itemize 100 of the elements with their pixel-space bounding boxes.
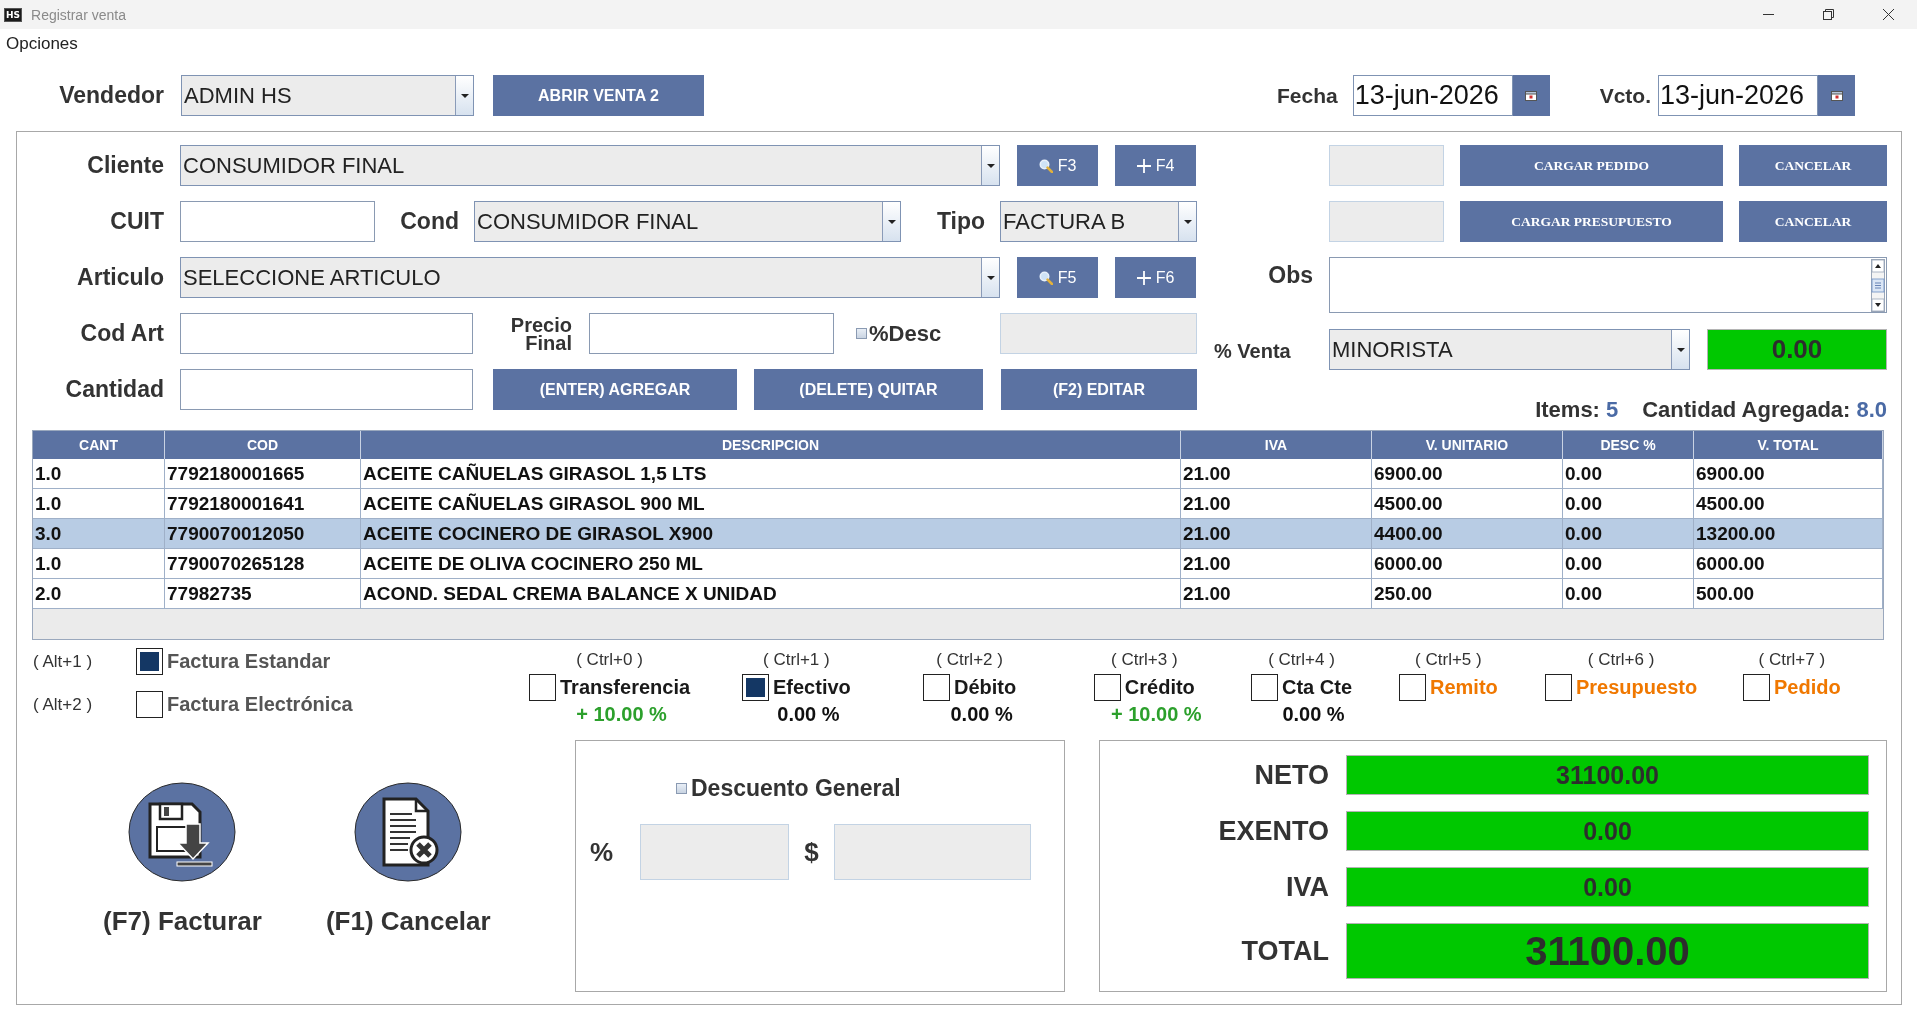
condition-dropdown[interactable]: CONSUMIDOR FINAL — [474, 201, 901, 242]
notes-field[interactable] — [1329, 257, 1887, 313]
summary-label: Items: — [1535, 397, 1600, 423]
cancel-sale-button[interactable]: (F1) Cancelar — [325, 782, 491, 982]
discount-field[interactable] — [1000, 313, 1197, 354]
menu-item[interactable]: Opciones — [6, 33, 78, 54]
close-icon[interactable] — [1883, 9, 1894, 20]
customer-dropdown[interactable]: CONSUMIDOR FINAL — [180, 145, 1000, 186]
open-sale-button[interactable]: ABRIR VENTA 2 — [493, 75, 704, 116]
field-label: Cantidad — [64, 376, 164, 403]
payment-checkbox[interactable] — [1545, 674, 1572, 701]
search-icon — [1038, 158, 1053, 173]
summary-label: Cantidad Agregada: — [1642, 397, 1851, 423]
adjustment-text: 0.00 % — [1281, 703, 1345, 726]
checkbox-label: %Desc — [869, 320, 942, 347]
load-button[interactable]: CARGAR PRESUPUESTO — [1460, 201, 1723, 242]
checkbox-label: Cta Cte — [1282, 676, 1352, 699]
shortcut-label: ( Ctrl+5 ) — [1415, 650, 1482, 670]
table-row[interactable]: 1.0 7792180001665 ACEITE CAÑUELAS GIRASOL 1,5 LTS 21.00 6900.00 0.00 6900.00 — [33, 459, 1883, 489]
adjustment-text: 0.00 % — [949, 703, 1013, 726]
date-field[interactable]: 13-jun-2026 — [1352, 75, 1513, 116]
document-cross-icon — [354, 782, 463, 882]
table-row[interactable]: 3.0 7790070012050 ACEITE COCINERO DE GIRASOL X900 21.00 4400.00 0.00 13200.00 — [33, 519, 1883, 549]
payment-checkbox[interactable] — [1251, 674, 1278, 701]
field-label: Cliente — [86, 152, 164, 179]
reference-field[interactable] — [1329, 145, 1444, 186]
field-label: CUIT — [109, 208, 164, 235]
shortcut-label: ( Ctrl+4 ) — [1268, 650, 1335, 670]
seller-dropdown[interactable]: ADMIN HS — [181, 75, 474, 116]
code-field[interactable] — [180, 313, 473, 354]
shortcut-label: ( Ctrl+6 ) — [1587, 650, 1655, 670]
field-label: Vcto. — [1599, 83, 1651, 108]
payment-checkbox[interactable] — [1093, 674, 1121, 701]
payment-checkbox[interactable] — [1743, 674, 1770, 701]
adjustment-text: 0.00 % — [776, 703, 840, 726]
field-label: Obs — [1267, 261, 1314, 290]
checkbox[interactable] — [676, 782, 687, 794]
search-button[interactable]: F3 — [1017, 145, 1098, 186]
shortcut-label: ( Alt+1 ) — [33, 651, 94, 672]
discount-amount-field[interactable] — [833, 824, 1031, 880]
load-button[interactable]: CARGAR PEDIDO — [1460, 145, 1723, 186]
field-label: Tipo — [935, 208, 986, 235]
table-cell: 250.00 — [1372, 579, 1563, 609]
table-cell: 0.00 — [1563, 579, 1694, 609]
invoice-type-checkbox[interactable] — [136, 691, 163, 718]
total-label: EXENTO — [1217, 815, 1329, 847]
quantity-field[interactable] — [180, 369, 473, 410]
calendar-icon — [1830, 90, 1843, 101]
price-field[interactable] — [589, 313, 834, 354]
cancel-button[interactable]: CANCELAR — [1739, 145, 1887, 186]
caret-icon — [986, 275, 995, 280]
article-dropdown[interactable]: SELECCIONE ARTICULO — [180, 257, 1000, 298]
action-button[interactable]: (F2) EDITAR — [1001, 369, 1197, 410]
field-label: Cod Art — [79, 320, 164, 347]
table-row[interactable]: 2.0 77982735 ACOND. SEDAL CREMA BALANCE X UNIDAD 21.00 250.00 0.00 500.00 — [33, 579, 1883, 609]
payment-checkbox[interactable] — [923, 674, 950, 701]
checkbox-label: Remito — [1430, 676, 1498, 699]
floppy-disk-icon — [128, 782, 237, 882]
shortcut-label: ( Ctrl+0 ) — [576, 650, 643, 670]
amount-display: 0.00 — [1346, 811, 1869, 851]
table-row[interactable]: 1.0 7792180001641 ACEITE CAÑUELAS GIRASOL 900 ML 21.00 4500.00 0.00 4500.00 — [33, 489, 1883, 519]
action-button[interactable]: (DELETE) QUITAR — [754, 369, 983, 410]
calendar-button[interactable] — [1818, 75, 1855, 116]
search-button[interactable]: F5 — [1017, 257, 1098, 298]
reference-field[interactable] — [1329, 201, 1444, 242]
invoice-button[interactable]: (F7) Facturar — [103, 782, 262, 982]
date-field[interactable]: 13-jun-2026 — [1658, 75, 1818, 116]
field-label: Articulo — [76, 264, 164, 291]
checkbox[interactable] — [856, 328, 867, 339]
amount-display: 31100.00 — [1346, 755, 1869, 795]
checkbox-label: Efectivo — [773, 676, 851, 699]
table-row[interactable]: 1.0 7790070265128 ACEITE DE OLIVA COCINERO 250 ML 21.00 6000.00 0.00 6000.00 — [33, 549, 1883, 579]
payment-checkbox[interactable] — [1399, 674, 1426, 701]
table-cell: 2.0 — [33, 579, 165, 609]
field-label: Cond — [399, 208, 460, 235]
type-dropdown[interactable]: FACTURA B — [1000, 201, 1197, 242]
currency-label: $ — [804, 836, 819, 868]
discount-percent-field[interactable] — [640, 824, 790, 880]
field-label: Fecha — [1276, 83, 1338, 108]
invoice-type-checkbox[interactable] — [136, 648, 163, 675]
add-button[interactable]: F4 — [1115, 145, 1196, 186]
field-label: Vendedor — [58, 82, 164, 109]
cuit-field[interactable] — [180, 201, 375, 242]
action-button[interactable]: (ENTER) AGREGAR — [493, 369, 737, 410]
restore-icon[interactable] — [1823, 9, 1834, 20]
checkbox-label: Descuento General — [691, 774, 901, 802]
shortcut-label: ( Ctrl+7 ) — [1758, 650, 1826, 670]
plus-icon — [1136, 158, 1151, 173]
total-label: IVA — [1285, 871, 1329, 903]
table-cell: 500.00 — [1694, 579, 1883, 609]
calendar-button[interactable] — [1512, 75, 1550, 116]
scrollbar[interactable] — [1871, 258, 1885, 312]
payment-checkbox[interactable] — [529, 674, 556, 701]
cancel-button[interactable]: CANCELAR — [1739, 201, 1887, 242]
add-button[interactable]: F6 — [1115, 257, 1196, 298]
price-list-dropdown[interactable]: MINORISTA — [1329, 329, 1690, 370]
payment-checkbox[interactable] — [742, 674, 769, 701]
amount-display: 0.00 — [1707, 329, 1887, 370]
calendar-icon — [1525, 90, 1538, 101]
shortcut-label: ( Ctrl+3 ) — [1111, 650, 1178, 670]
